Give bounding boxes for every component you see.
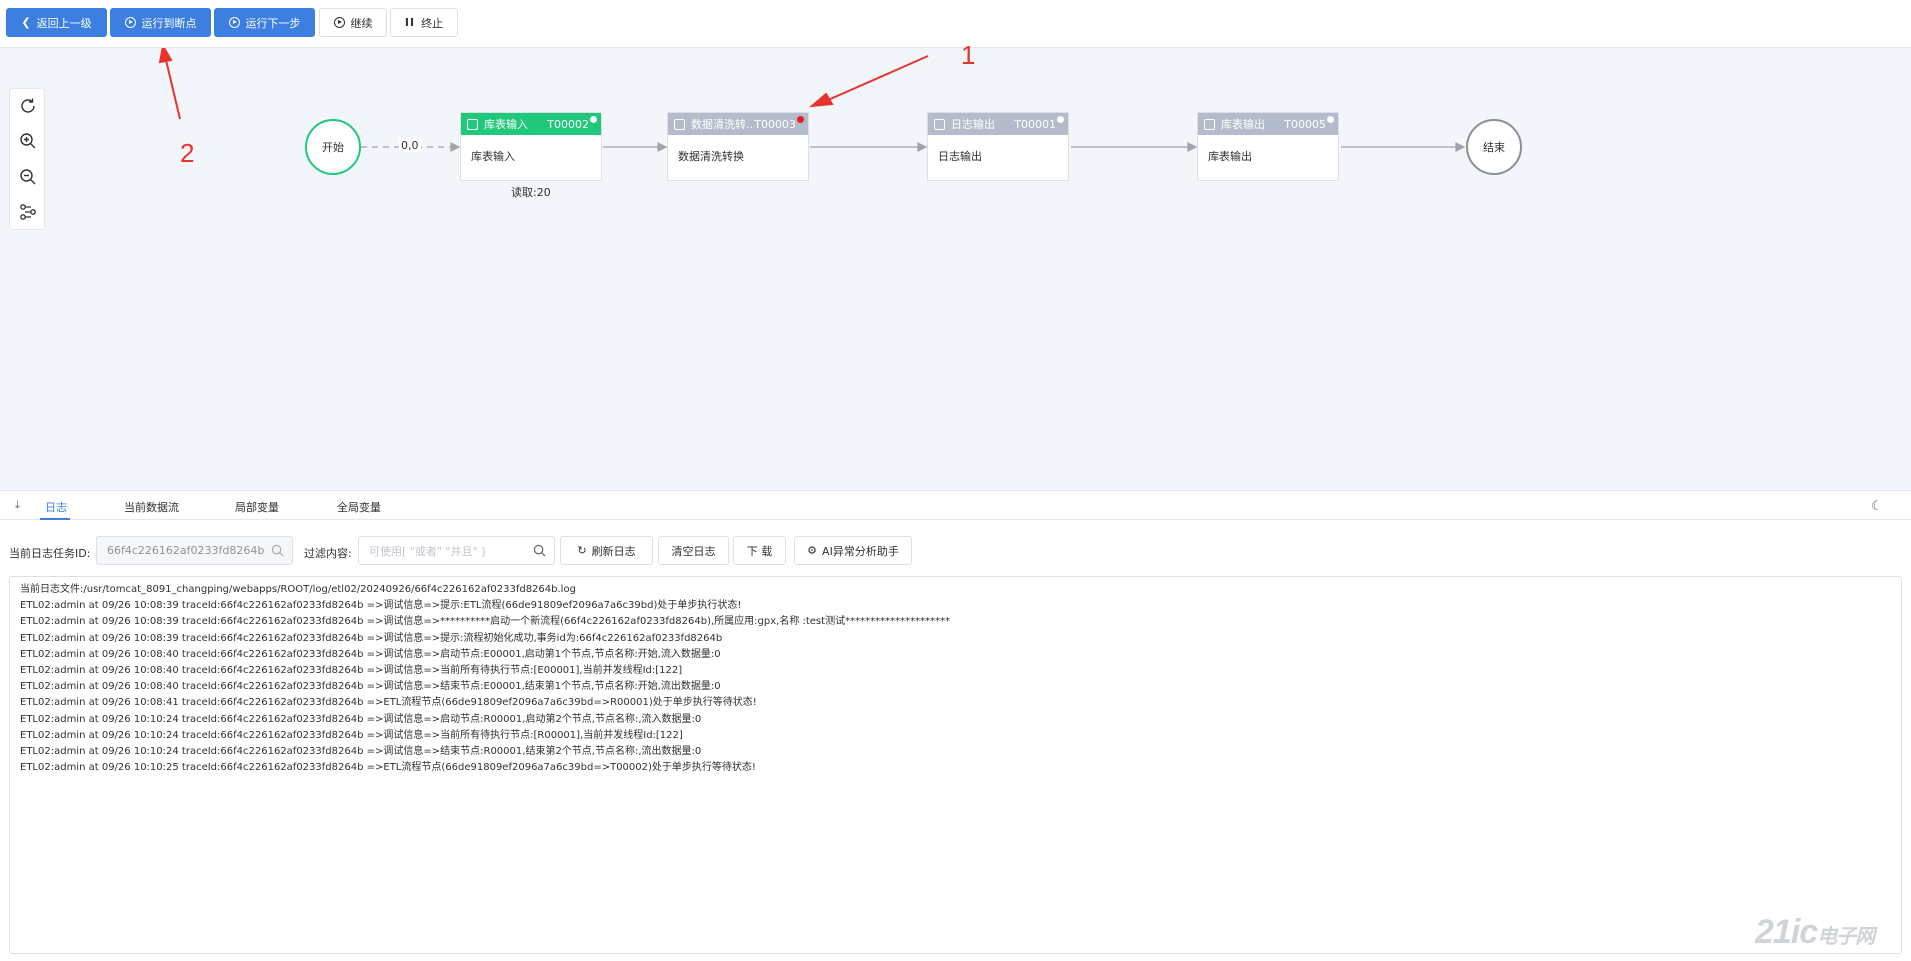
run-next-step-label: 运行下一步 bbox=[245, 16, 301, 30]
node-header: 数据清洗转... T00003 bbox=[668, 113, 808, 135]
ai-icon: ⚙ bbox=[807, 544, 818, 557]
filter-placeholder: 可使用[ "或者" "并且" ] bbox=[369, 544, 486, 558]
run-next-step-button[interactable]: 运行下一步 bbox=[214, 8, 315, 37]
active-tab-indicator bbox=[40, 518, 70, 520]
table-input-icon bbox=[467, 118, 478, 130]
log-file-path: 当前日志文件:/usr/tomcat_8091_changping/webapp… bbox=[20, 584, 576, 595]
node-body: 库表输入 bbox=[471, 150, 515, 163]
node-body: 库表输出 bbox=[1208, 150, 1252, 163]
watermark: 21ic电子网 bbox=[1755, 913, 1875, 952]
pause-icon: II bbox=[404, 16, 416, 29]
back-button[interactable]: ❮ 返回上一级 bbox=[6, 8, 107, 37]
start-node-label: 开始 bbox=[322, 141, 344, 154]
log-line: ETL02:admin at 09/26 10:10:25 traceId:66… bbox=[20, 762, 756, 774]
flow-node[interactable]: 数据清洗转... T00003 数据清洗转换 bbox=[667, 112, 809, 181]
end-node[interactable]: 结束 bbox=[1466, 119, 1522, 175]
play-circle-icon bbox=[228, 17, 240, 28]
flow-node[interactable]: 日志输出 T00001 日志输出 bbox=[927, 112, 1069, 181]
log-line: ETL02:admin at 09/26 10:08:41 traceId:66… bbox=[20, 697, 757, 709]
log-line: ETL02:admin at 09/26 10:08:39 traceId:66… bbox=[20, 632, 723, 644]
clear-log-button[interactable]: 清空日志 bbox=[658, 536, 729, 565]
download-label: 下 载 bbox=[746, 544, 773, 558]
watermark-sub: 电子网 bbox=[1817, 926, 1875, 948]
log-line: ETL02:admin at 09/26 10:10:24 traceId:66… bbox=[20, 713, 702, 725]
continue-label: 继续 bbox=[350, 16, 373, 30]
node-header: 库表输入 T00002 bbox=[461, 113, 601, 135]
breakpoint-toggle[interactable] bbox=[1327, 116, 1334, 123]
node-header: 日志输出 T00001 bbox=[928, 113, 1068, 135]
log-line: ETL02:admin at 09/26 10:08:40 traceId:66… bbox=[20, 665, 683, 677]
back-button-label: 返回上一级 bbox=[36, 16, 92, 30]
table-output-icon bbox=[1204, 118, 1215, 130]
edge-label: 0,0 bbox=[399, 139, 421, 152]
node-header: 库表输出 T00005 bbox=[1198, 113, 1338, 135]
download-button[interactable]: 下 载 bbox=[733, 536, 786, 565]
tab-log[interactable]: 日志 bbox=[45, 499, 67, 515]
tab-current-dataflow[interactable]: 当前数据流 bbox=[124, 499, 179, 515]
stop-label: 终止 bbox=[421, 16, 444, 30]
search-icon[interactable] bbox=[533, 544, 546, 557]
node-status: 读取:20 bbox=[511, 186, 551, 199]
play-circle-icon bbox=[124, 17, 136, 28]
flow-canvas[interactable]: 1 2 开始 0,0 库表输入 T00002 库表输入 读取:20 数据清洗转.… bbox=[0, 40, 1911, 491]
start-node[interactable]: 开始 bbox=[305, 119, 361, 175]
node-title: 日志输出 bbox=[951, 118, 995, 131]
breakpoint-toggle[interactable] bbox=[590, 116, 597, 123]
filter-input[interactable]: 可使用[ "或者" "并且" ] bbox=[358, 536, 555, 565]
dark-mode-icon[interactable]: ☾ bbox=[1871, 499, 1883, 514]
log-line: ETL02:admin at 09/26 10:08:39 traceId:66… bbox=[20, 616, 951, 628]
node-title: 库表输出 bbox=[1221, 118, 1265, 131]
run-to-breakpoint-label: 运行到断点 bbox=[141, 16, 197, 30]
tab-local-variables[interactable]: 局部变量 bbox=[235, 499, 279, 515]
refresh-icon: ↻ bbox=[577, 544, 587, 557]
task-id-label: 当前日志任务ID: bbox=[9, 547, 91, 560]
ai-assistant-button[interactable]: ⚙ AI异常分析助手 bbox=[794, 536, 912, 565]
task-id-input[interactable]: 66f4c226162af0233fd8264b bbox=[96, 536, 293, 565]
clear-log-label: 清空日志 bbox=[671, 544, 716, 558]
task-id-value: 66f4c226162af0233fd8264b bbox=[107, 544, 265, 557]
log-output-icon bbox=[934, 118, 945, 130]
data-clean-icon bbox=[674, 118, 685, 130]
watermark-main: 21ic bbox=[1755, 913, 1818, 951]
debug-toolbar: ❮ 返回上一级 运行到断点 运行下一步 继续 II 终止 bbox=[0, 0, 1911, 48]
flow-node[interactable]: 库表输入 T00002 库表输入 bbox=[460, 112, 602, 181]
refresh-log-label: 刷新日志 bbox=[591, 544, 636, 558]
stop-button[interactable]: II 终止 bbox=[390, 8, 458, 37]
ai-assistant-label: AI异常分析助手 bbox=[822, 544, 899, 558]
node-code: T00005 bbox=[1284, 117, 1326, 131]
log-output[interactable]: 当前日志文件:/usr/tomcat_8091_changping/webapp… bbox=[9, 576, 1902, 954]
play-circle-icon bbox=[333, 17, 345, 28]
continue-button[interactable]: 继续 bbox=[319, 8, 387, 37]
end-node-label: 结束 bbox=[1483, 141, 1505, 154]
node-code: T00001 bbox=[1014, 117, 1056, 131]
chevron-left-icon: ❮ bbox=[21, 16, 31, 29]
annotation-label: 2 bbox=[180, 138, 195, 168]
node-title: 数据清洗转... bbox=[691, 118, 755, 131]
annotation-label: 1 bbox=[961, 40, 976, 70]
flow-node[interactable]: 库表输出 T00005 库表输出 bbox=[1197, 112, 1339, 181]
search-icon bbox=[271, 544, 284, 557]
breakpoint-toggle[interactable] bbox=[797, 116, 804, 123]
log-line: ETL02:admin at 09/26 10:08:39 traceId:66… bbox=[20, 600, 742, 612]
refresh-log-button[interactable]: ↻ 刷新日志 bbox=[560, 536, 653, 565]
node-body: 数据清洗转换 bbox=[678, 150, 744, 163]
node-body: 日志输出 bbox=[938, 150, 982, 163]
run-to-breakpoint-button[interactable]: 运行到断点 bbox=[110, 8, 211, 37]
download-icon[interactable]: ⤓ bbox=[15, 498, 20, 512]
log-line: ETL02:admin at 09/26 10:08:40 traceId:66… bbox=[20, 648, 721, 660]
filter-label: 过滤内容: bbox=[304, 547, 352, 560]
node-code: T00003 bbox=[754, 117, 796, 131]
log-line: ETL02:admin at 09/26 10:10:24 traceId:66… bbox=[20, 729, 683, 741]
tab-global-variables[interactable]: 全局变量 bbox=[337, 499, 381, 515]
log-line: ETL02:admin at 09/26 10:08:40 traceId:66… bbox=[20, 681, 721, 693]
breakpoint-toggle[interactable] bbox=[1057, 116, 1064, 123]
log-filters: 当前日志任务ID: 66f4c226162af0233fd8264b 过滤内容:… bbox=[0, 536, 1911, 566]
node-title: 库表输入 bbox=[484, 118, 528, 131]
log-line: ETL02:admin at 09/26 10:10:24 traceId:66… bbox=[20, 746, 702, 758]
bottom-tabs: ⤓ 日志 当前数据流 局部变量 全局变量 ☾ bbox=[0, 492, 1911, 520]
node-code: T00002 bbox=[547, 117, 589, 131]
